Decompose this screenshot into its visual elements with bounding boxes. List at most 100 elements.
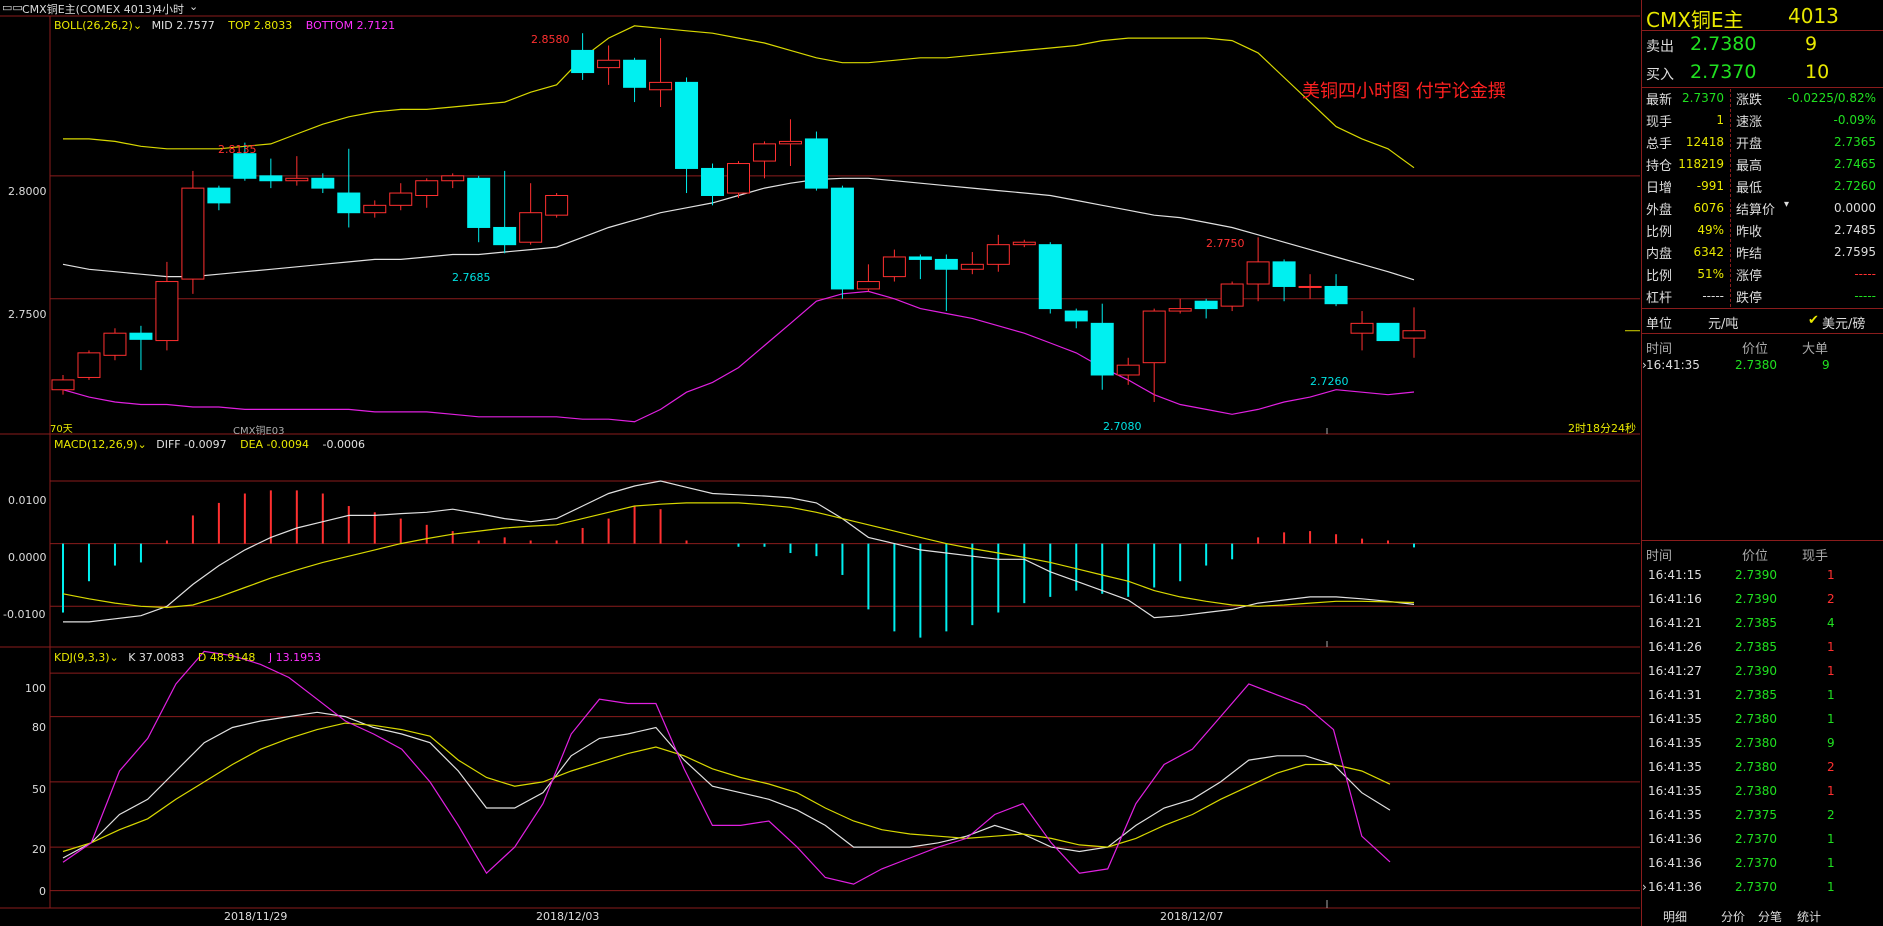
stat-value: ----- bbox=[1854, 267, 1876, 281]
candle-body bbox=[1402, 330, 1426, 339]
boll-name[interactable]: BOLL(26,26,2) bbox=[54, 19, 133, 32]
chart-area[interactable] bbox=[0, 0, 1641, 926]
candle-body bbox=[1350, 322, 1374, 334]
candle-body bbox=[804, 138, 828, 189]
stat-label: 最低 bbox=[1736, 181, 1763, 196]
chevron-down-icon[interactable]: ⌄ bbox=[133, 19, 142, 32]
stat-label: 比例 bbox=[1646, 269, 1673, 284]
unit-alt[interactable]: 美元/磅 bbox=[1822, 313, 1865, 332]
candle-body bbox=[103, 332, 127, 356]
stat-value: 2.7595 bbox=[1834, 245, 1876, 259]
tick-time: 16:41:35 bbox=[1648, 712, 1702, 726]
candle-body bbox=[51, 379, 75, 391]
big-order-time: 16:41:35 bbox=[1646, 358, 1700, 372]
tick-time: 16:41:16 bbox=[1648, 592, 1702, 606]
tick-vol: 1 bbox=[1827, 664, 1835, 678]
kdj-j-line bbox=[62, 650, 1391, 885]
tick-price: 2.7370 bbox=[1735, 832, 1777, 846]
period-selector[interactable]: 4小时 bbox=[155, 1, 184, 17]
candle-body bbox=[467, 177, 491, 228]
tick-price: 2.7385 bbox=[1735, 640, 1777, 654]
boll-legend[interactable]: BOLL(26,26,2)⌄ MID 2.7577 TOP 2.8033 BOT… bbox=[54, 19, 395, 32]
big-order-vol: 9 bbox=[1822, 358, 1830, 372]
tick-vol: 1 bbox=[1827, 640, 1835, 654]
tab-price[interactable]: 分价 bbox=[1721, 908, 1745, 925]
watermark-text: 美铜四小时图 付宇论金撰 bbox=[1302, 81, 1506, 102]
sub-tag: CMX铜E03 bbox=[233, 426, 285, 437]
row-marker: › bbox=[1642, 880, 1647, 894]
high-label: 2.8580 bbox=[531, 33, 570, 46]
tick-vol: 9 bbox=[1827, 736, 1835, 750]
tick-vol: 4 bbox=[1827, 616, 1835, 630]
ask-label: 卖出 bbox=[1646, 39, 1674, 55]
kdj-d: D 48.9148 bbox=[197, 651, 256, 664]
stat-label: 开盘 bbox=[1736, 137, 1763, 152]
tick-price: 2.7390 bbox=[1735, 592, 1777, 606]
macd-dea: DEA -0.0094 bbox=[240, 438, 309, 451]
tab-stats[interactable]: 统计 bbox=[1797, 908, 1821, 925]
window-icon: ▭▭ bbox=[2, 1, 23, 14]
stat-label: 现手 bbox=[1646, 115, 1673, 130]
chevron-down-icon[interactable]: ⌄ bbox=[189, 0, 198, 13]
chevron-down-icon[interactable]: ⌄ bbox=[110, 651, 119, 664]
candle-body bbox=[908, 256, 932, 260]
tab-detail[interactable]: 明细 bbox=[1663, 908, 1687, 925]
bid-price[interactable]: 2.7370 bbox=[1690, 61, 1756, 83]
tick-vol: 1 bbox=[1827, 784, 1835, 798]
check-icon: ✔ bbox=[1808, 313, 1819, 328]
candle-body bbox=[752, 143, 776, 162]
tick-price: 2.7390 bbox=[1735, 664, 1777, 678]
candle-body bbox=[1116, 364, 1140, 376]
tick-vol: 2 bbox=[1827, 808, 1835, 822]
stat-value: 2.7260 bbox=[1834, 179, 1876, 193]
candle-body bbox=[519, 212, 543, 243]
col-header: 时间 bbox=[1646, 342, 1673, 357]
macd-diff: DIFF -0.0097 bbox=[156, 438, 227, 451]
macd-name[interactable]: MACD(12,26,9) bbox=[54, 438, 138, 451]
kdj-name[interactable]: KDJ(9,3,3) bbox=[54, 651, 110, 664]
low-label: 2.7685 bbox=[452, 271, 491, 284]
low-label: 2.7260 bbox=[1310, 375, 1349, 388]
tick-vol: 1 bbox=[1827, 856, 1835, 870]
tab-tick[interactable]: 分笔 bbox=[1758, 908, 1782, 925]
kdj-k: K 37.0083 bbox=[128, 651, 185, 664]
ask-price[interactable]: 2.7380 bbox=[1690, 33, 1756, 55]
stat-value: 6076 bbox=[1693, 201, 1724, 215]
candle-body bbox=[701, 167, 725, 196]
divider bbox=[1730, 89, 1731, 307]
stat-label: 最新 bbox=[1646, 93, 1673, 108]
candle-body bbox=[856, 281, 880, 290]
stat-label: 涨停 bbox=[1736, 269, 1763, 284]
stat-label: 昨收 bbox=[1736, 225, 1763, 240]
chevron-down-icon[interactable]: ⌄ bbox=[138, 438, 147, 451]
candle-body bbox=[623, 59, 647, 88]
candle-body bbox=[311, 177, 335, 189]
stat-value: ----- bbox=[1702, 289, 1724, 303]
stat-label: 内盘 bbox=[1646, 247, 1673, 262]
candle-body bbox=[259, 175, 283, 182]
tick-time: 16:41:15 bbox=[1648, 568, 1702, 582]
stat-value: 12418 bbox=[1685, 135, 1724, 149]
tick-vol: 1 bbox=[1827, 880, 1835, 894]
tick-price: 2.7385 bbox=[1735, 688, 1777, 702]
stat-label: 昨结 bbox=[1736, 247, 1763, 262]
candle-body bbox=[155, 281, 179, 342]
kdj-legend[interactable]: KDJ(9,3,3)⌄ K 37.0083 D 48.9148 J 13.195… bbox=[54, 651, 321, 664]
chevron-down-icon[interactable]: ▾ bbox=[1784, 199, 1789, 210]
divider bbox=[1642, 30, 1883, 31]
stat-label: 持仓 bbox=[1646, 159, 1673, 174]
unit-value[interactable]: 元/吨 bbox=[1708, 313, 1738, 332]
tick-time: 16:41:21 bbox=[1648, 616, 1702, 630]
candle-body bbox=[778, 140, 802, 145]
boll-bottom: BOTTOM 2.7121 bbox=[305, 19, 396, 32]
candle-body bbox=[1168, 308, 1192, 312]
stat-value: 2.7365 bbox=[1834, 135, 1876, 149]
kdj-j: J 13.1953 bbox=[268, 651, 322, 664]
candle-body bbox=[337, 192, 361, 214]
candle-body bbox=[1064, 310, 1088, 322]
macd-legend[interactable]: MACD(12,26,9)⌄ DIFF -0.0097 DEA -0.0094 … bbox=[54, 438, 365, 451]
y-tick: 50 bbox=[32, 783, 46, 796]
stat-value: 6342 bbox=[1693, 245, 1724, 259]
stat-value: 51% bbox=[1697, 267, 1724, 281]
candle-body bbox=[727, 163, 750, 194]
